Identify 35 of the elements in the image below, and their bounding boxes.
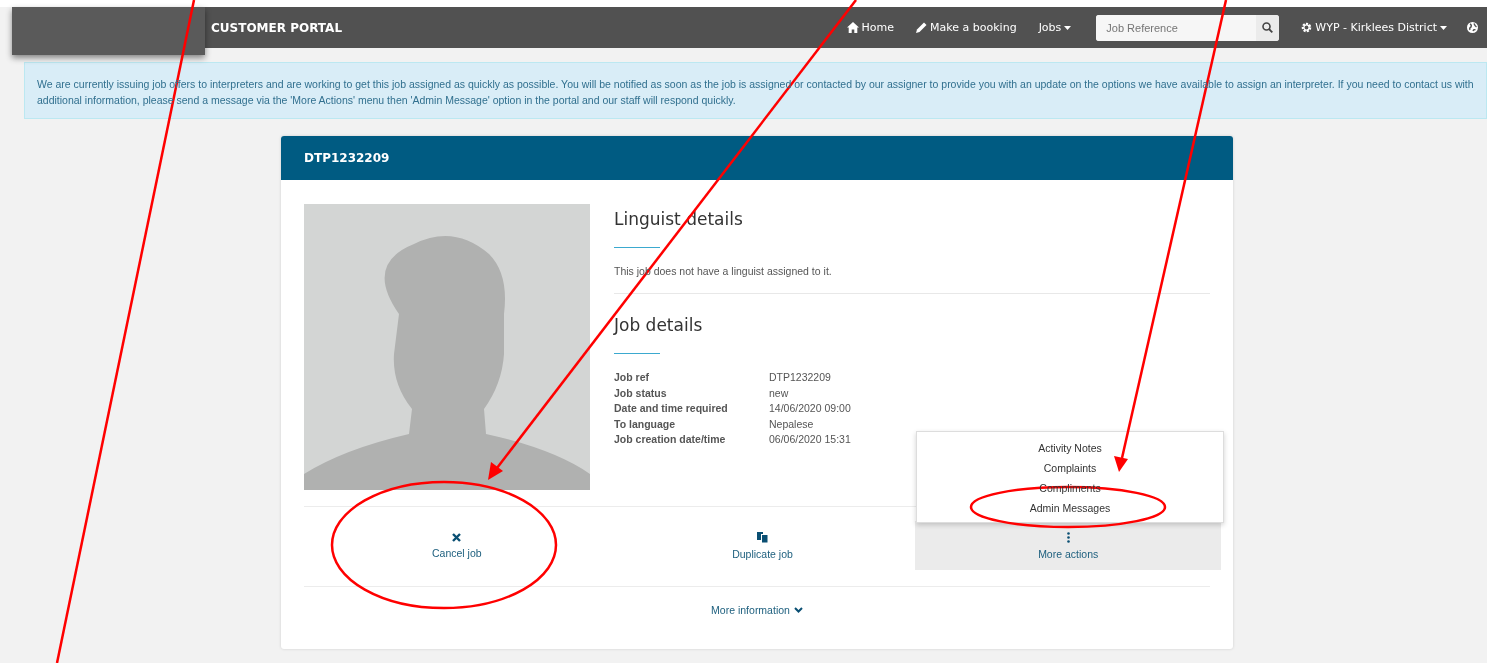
action-button[interactable]: Duplicate job [609,521,916,570]
more-information-link[interactable]: More information [705,603,809,617]
field-value: new [769,385,790,401]
close-icon [452,532,462,542]
field-label: Job ref [614,370,650,385]
job-title: DTP1232209 [304,151,390,165]
account-menu[interactable]: WYP - Kirklees District [1301,21,1447,34]
action-button[interactable]: More actions [915,521,1221,570]
field-label: Job status [614,385,668,401]
globe-icon[interactable] [1467,22,1478,33]
field-label: Job creation date/time [614,432,727,447]
field-value: 14/06/2020 09:00 [769,401,852,416]
menu-item[interactable]: Activity Notes [1032,438,1108,458]
nav-link[interactable]: Home [846,21,895,34]
copy-icon [757,531,768,543]
section-heading: Linguist details [614,208,744,231]
action-button[interactable]: Cancel job [304,521,610,570]
field-value: Nepalese [769,416,815,432]
search-icon [1262,22,1274,33]
pencil-icon [916,22,928,33]
nav-link[interactable]: Make a booking [916,21,1017,34]
section-heading: Job details [614,314,704,337]
chevron-down-icon [793,607,803,613]
nav-link[interactable]: Jobs [1038,21,1072,34]
menu-item[interactable]: Admin Messages [1023,498,1117,518]
home-icon [846,22,859,33]
more-icon [1066,531,1070,543]
field-label: To language [614,416,677,432]
search-button[interactable] [1256,14,1280,41]
field-value: DTP1232209 [769,370,832,385]
menu-item[interactable]: Complaints [1037,458,1103,478]
search-field[interactable]: Job Reference [1096,14,1280,41]
settings-icon [1301,22,1313,33]
brand-title: CUSTOMER PORTAL [211,20,343,35]
field-label: Date and time required [614,401,729,416]
